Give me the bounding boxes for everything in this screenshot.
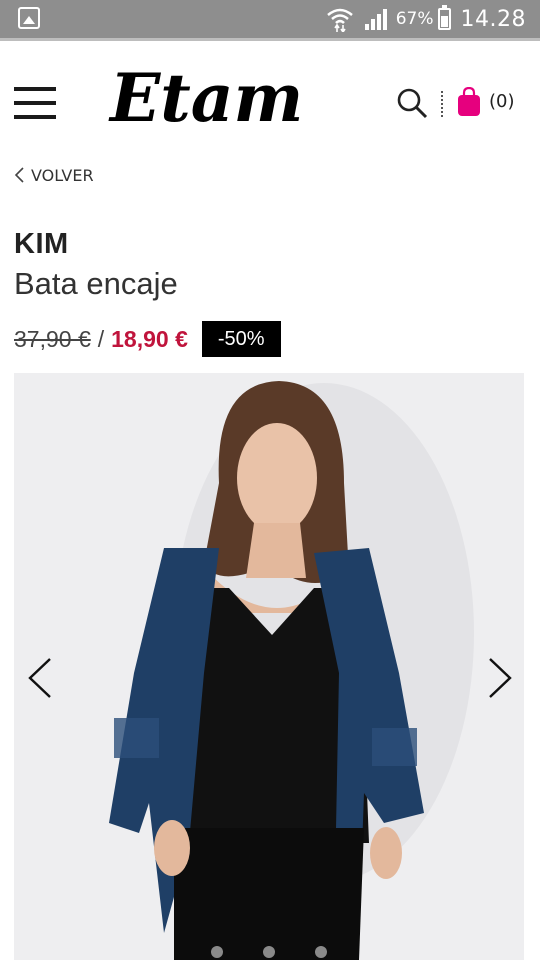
header-divider bbox=[441, 91, 445, 117]
back-link-label: VOLVER bbox=[31, 165, 94, 185]
clock: 14.28 bbox=[460, 6, 526, 32]
pagination-dot[interactable] bbox=[315, 946, 327, 958]
next-image-arrow-icon[interactable] bbox=[484, 656, 514, 700]
product-brand: KIM bbox=[14, 228, 69, 260]
sale-price: 18,90 € bbox=[111, 325, 188, 352]
status-bar-indicators: 67% 14.28 bbox=[326, 0, 526, 38]
status-bar: 67% 14.28 bbox=[0, 0, 540, 41]
battery-percent: 67% bbox=[395, 9, 434, 29]
signal-icon bbox=[364, 9, 387, 30]
chevron-left-icon bbox=[14, 167, 24, 183]
menu-button[interactable] bbox=[14, 87, 56, 119]
gallery-icon bbox=[18, 7, 40, 29]
old-price: 37,90 € bbox=[14, 325, 91, 352]
pagination-dot[interactable] bbox=[263, 946, 275, 958]
price-row: 37,90 € / 18,90 € -50% bbox=[14, 321, 281, 357]
pagination-dot[interactable] bbox=[211, 946, 223, 958]
search-icon[interactable] bbox=[396, 87, 428, 119]
wifi-icon bbox=[326, 8, 353, 32]
menu-icon-bar-top bbox=[14, 87, 56, 91]
menu-icon-bar-middle bbox=[14, 101, 56, 105]
cart-count[interactable]: (0) bbox=[489, 91, 515, 112]
etam-logo[interactable]: Etam bbox=[106, 55, 334, 141]
discount-badge: -50% bbox=[201, 321, 281, 357]
shopping-bag-icon[interactable] bbox=[456, 87, 482, 117]
price-separator: / bbox=[97, 325, 105, 352]
battery-icon bbox=[437, 5, 451, 30]
site-header: Etam (0) bbox=[0, 41, 540, 161]
product-name: Bata encaje bbox=[14, 266, 178, 301]
gallery-pagination bbox=[14, 946, 524, 958]
product-photo bbox=[109, 381, 474, 960]
svg-text:Etam: Etam bbox=[108, 59, 303, 137]
menu-icon-bar-bottom bbox=[14, 115, 56, 119]
product-image-gallery[interactable] bbox=[14, 373, 524, 960]
previous-image-arrow-icon[interactable] bbox=[26, 656, 56, 700]
back-link[interactable]: VOLVER bbox=[14, 165, 94, 185]
